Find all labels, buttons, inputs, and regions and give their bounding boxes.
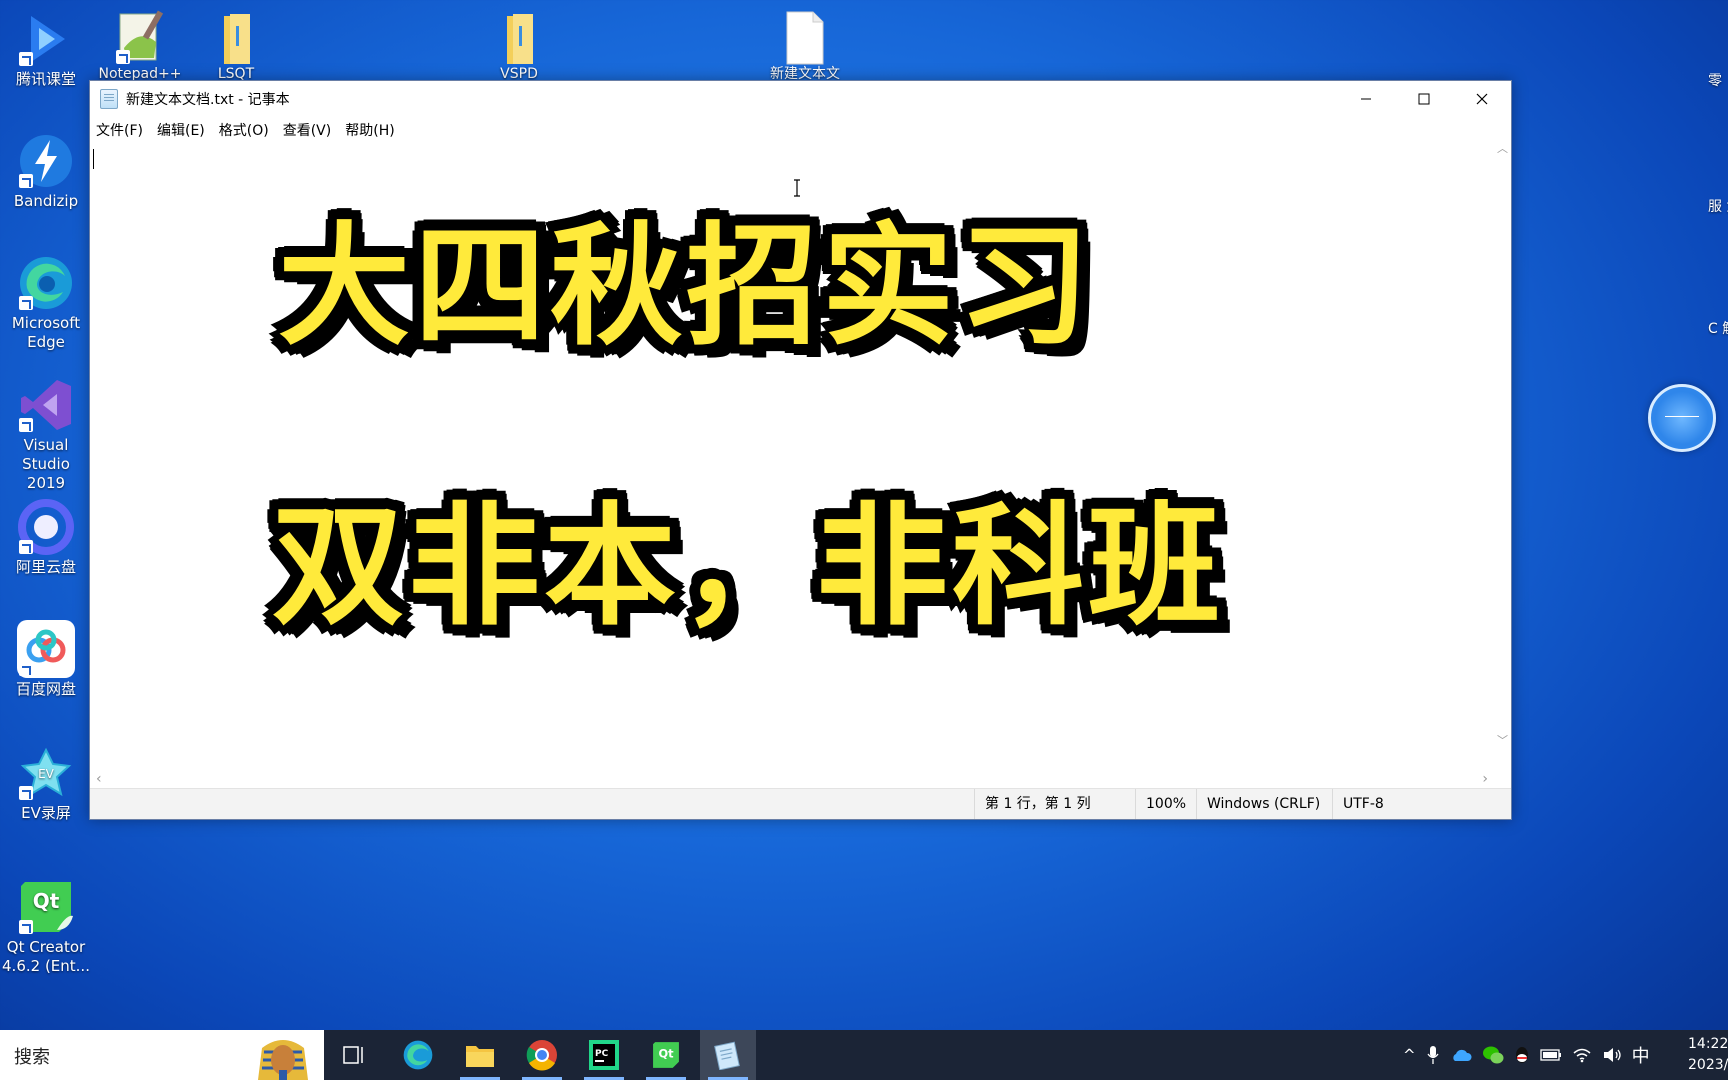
svg-text:EV: EV (38, 767, 55, 781)
text-caret (93, 149, 94, 169)
desktop-icon-baidu-netdisk[interactable]: 百度网盘 (2, 620, 90, 699)
desktop-icon-lsqt-folder[interactable]: LSQT (191, 8, 281, 82)
folder-icon (210, 8, 262, 66)
desktop-icon-label: 百度网盘 (15, 680, 76, 698)
floating-assistant-ball[interactable] (1648, 384, 1716, 452)
notepadpp-icon (114, 8, 166, 66)
desktop-icon-aliyun-drive[interactable]: 阿里云盘 (2, 498, 90, 577)
status-encoding: UTF-8 (1332, 789, 1463, 819)
show-hidden-icons-icon[interactable]: ^ (1403, 1046, 1416, 1064)
notepad-icon (714, 1041, 740, 1070)
desktop-icon-tencent-classroom[interactable]: 腾讯课堂 (2, 10, 90, 89)
menu-file[interactable]: 文件(F) (96, 118, 143, 142)
qt-creator-icon: Qt (653, 1042, 679, 1068)
system-tray: ^ 中 (1398, 1030, 1655, 1080)
status-cursor-position: 第 1 行，第 1 列 (974, 789, 1135, 819)
desktop-icon-edge[interactable]: Microsoft Edge (2, 254, 90, 352)
battery-icon[interactable] (1539, 1049, 1562, 1061)
clock-time: 14:22 (1688, 1036, 1728, 1052)
taskbar-qt-creator[interactable]: Qt (638, 1030, 694, 1080)
taskbar: 搜索 PC Qt ^ 中 14:22 2023/ (0, 1030, 1728, 1080)
scroll-right-icon[interactable]: › (1482, 771, 1488, 787)
wifi-icon[interactable] (1572, 1047, 1592, 1063)
svg-text:Qt: Qt (33, 889, 60, 913)
baidu-netdisk-icon (17, 620, 75, 678)
ev-recorder-icon: EV (17, 744, 75, 802)
pycharm-icon: PC (589, 1040, 619, 1070)
folder-icon (493, 8, 545, 66)
desktop-icon-label: Qt Creator 4.6.2 (Ent... (2, 938, 90, 975)
desktop-icon-label: EV录屏 (21, 804, 71, 822)
overlay-title-line2: 双非本，非科班 (272, 490, 1224, 644)
qt-creator-icon: Qt (17, 878, 75, 936)
ime-indicator[interactable]: 中 (1632, 1042, 1650, 1068)
tencent-classroom-icon (17, 10, 75, 68)
desktop-icon-notepadpp[interactable]: Notepad++ (95, 8, 185, 82)
crosshair-icon (1665, 416, 1699, 417)
volume-icon[interactable] (1602, 1047, 1622, 1063)
menu-bar: 文件(F) 编辑(E) 格式(O) 查看(V) 帮助(H) (90, 117, 1511, 143)
close-button[interactable] (1453, 81, 1511, 117)
taskbar-task-view[interactable] (326, 1030, 382, 1080)
status-line-ending: Windows (CRLF) (1196, 789, 1327, 819)
edge-icon (403, 1040, 433, 1070)
bandizip-icon (17, 132, 75, 190)
taskbar-pycharm[interactable]: PC (576, 1030, 632, 1080)
desktop-icon-visual-studio[interactable]: Visual Studio 2019 (2, 376, 90, 493)
folder-icon (466, 1046, 494, 1067)
scroll-down-icon[interactable]: ﹀ (1497, 735, 1508, 746)
desktop-icon-label: Microsoft Edge (11, 314, 81, 351)
status-bar: 第 1 行，第 1 列 100% Windows (CRLF) UTF-8 (90, 788, 1511, 819)
horizontal-scrollbar[interactable]: ‹ › (90, 771, 1494, 789)
task-view-icon (343, 1046, 363, 1064)
status-zoom: 100% (1135, 789, 1196, 819)
clock-date: 2023/1 (1688, 1057, 1728, 1073)
taskbar-clock[interactable]: 14:22 2023/1 (1688, 1034, 1728, 1076)
svg-text:Qt: Qt (658, 1047, 674, 1061)
scroll-up-icon[interactable]: ︿ (1497, 143, 1508, 154)
menu-help[interactable]: 帮助(H) (345, 118, 394, 142)
menu-edit[interactable]: 编辑(E) (157, 118, 205, 142)
qq-icon[interactable] (1514, 1045, 1530, 1065)
edge-icon (17, 254, 75, 312)
desktop-icon-label: Visual Studio 2019 (22, 436, 70, 492)
minimize-button[interactable] (1337, 81, 1395, 117)
window-titlebar[interactable]: 新建文本文档.txt - 记事本 (90, 81, 1511, 117)
close-icon (1476, 93, 1488, 105)
right-desktop-label: 零 (1708, 73, 1722, 89)
desktop-icon-vspd-folder[interactable]: VSPD (474, 8, 564, 82)
scroll-left-icon[interactable]: ‹ (96, 771, 102, 787)
aliyun-drive-icon (17, 498, 75, 556)
taskbar-file-explorer[interactable] (452, 1030, 508, 1080)
microphone-icon[interactable] (1426, 1045, 1440, 1065)
search-placeholder: 搜索 (14, 1047, 50, 1068)
desktop-icon-label: 阿里云盘 (15, 558, 76, 576)
pharaoh-doodle-icon (258, 1040, 308, 1080)
maximize-icon (1418, 93, 1430, 105)
text-file-icon (779, 8, 831, 66)
chrome-icon (526, 1040, 557, 1071)
taskbar-chrome[interactable] (514, 1030, 570, 1080)
wechat-icon[interactable] (1482, 1045, 1504, 1065)
taskbar-search-box[interactable]: 搜索 (0, 1030, 324, 1080)
desktop-icon-bandizip[interactable]: Bandizip (2, 132, 90, 211)
minimize-icon (1361, 98, 1371, 100)
overlay-title-line1: 大四秋招实习 (278, 210, 1094, 364)
desktop-icon-label: Bandizip (13, 192, 79, 210)
taskbar-notepad[interactable] (700, 1030, 756, 1080)
taskbar-edge[interactable] (390, 1030, 446, 1080)
desktop-icon-ev-recorder[interactable]: EV EV录屏 (2, 744, 90, 823)
svg-text:PC: PC (595, 1049, 609, 1059)
window-title: 新建文本文档.txt - 记事本 (126, 92, 290, 108)
desktop-icon-qt-creator[interactable]: Qt Qt Creator 4.6.2 (Ent... (2, 878, 90, 976)
visual-studio-icon (17, 376, 75, 434)
onedrive-cloud-icon[interactable] (1450, 1048, 1472, 1062)
menu-format[interactable]: 格式(O) (219, 118, 269, 142)
desktop-icon-new-text-file[interactable]: 新建文本文 (760, 8, 850, 82)
notepad-app-icon (100, 89, 118, 109)
menu-view[interactable]: 查看(V) (283, 118, 332, 142)
maximize-button[interactable] (1395, 81, 1453, 117)
desktop-icon-label: 腾讯课堂 (15, 70, 76, 88)
